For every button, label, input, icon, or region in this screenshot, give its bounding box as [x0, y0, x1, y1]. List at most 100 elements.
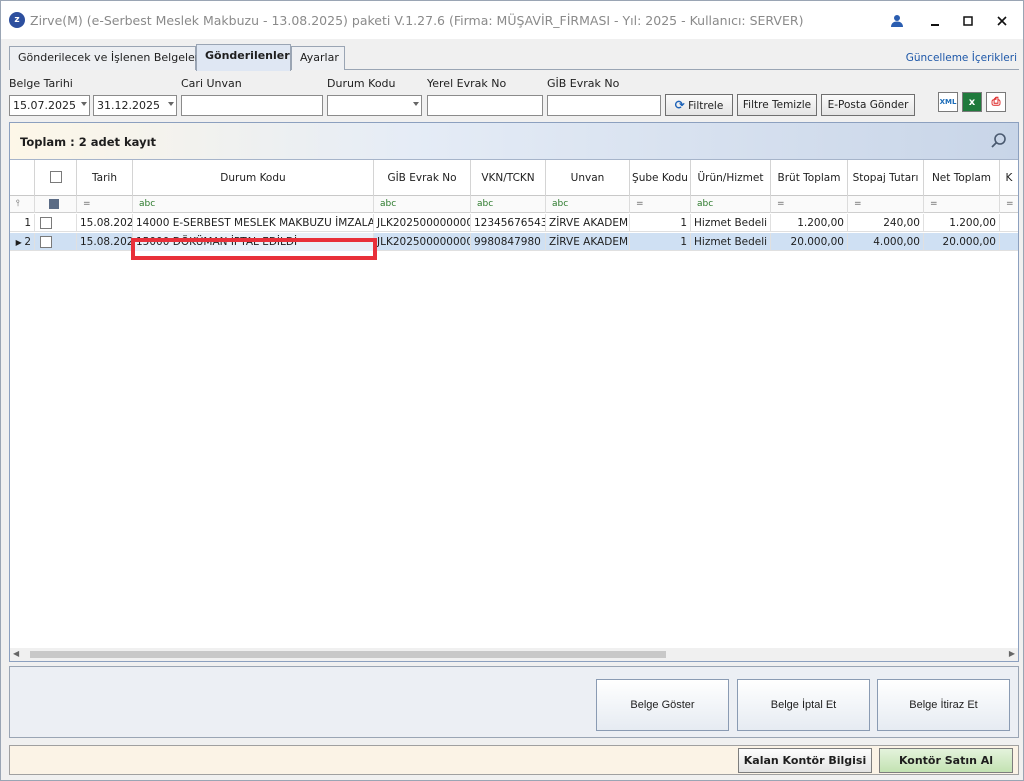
scroll-left-icon[interactable]: ◀	[13, 649, 19, 658]
cell-durum-kodu: 14000 E-SERBEST MESLEK MAKBUZU İMZALANDI	[133, 214, 374, 232]
xml-export-icon[interactable]: XML	[938, 92, 958, 112]
row-checkbox[interactable]	[35, 214, 77, 232]
cell-tarih: 15.08.2025	[77, 233, 133, 251]
cari-unvan-label: Cari Unvan	[181, 77, 242, 90]
minimize-icon[interactable]	[924, 11, 946, 31]
search-icon[interactable]	[990, 132, 1008, 150]
app-window: z Zirve(M) (e-Serbest Meslek Makbuzu - 1…	[0, 0, 1024, 781]
tab-gonderilecek[interactable]: Gönderilecek ve İşlenen Belgeler	[9, 46, 199, 70]
auto-filter-row: ⫯ = abc abc abc abc = abc = = = =	[10, 196, 1018, 213]
scroll-thumb[interactable]	[30, 651, 666, 658]
col-sube-kodu[interactable]: Şube Kodu	[630, 160, 691, 196]
cell-stopaj-tutari: 4.000,00	[848, 233, 924, 251]
yerel-evrak-input[interactable]	[427, 95, 543, 116]
row-checkbox[interactable]	[35, 233, 77, 251]
action-panel: Belge Göster Belge İptal Et Belge İtiraz…	[9, 666, 1019, 738]
filtrele-button[interactable]: ⟳ Filtrele	[665, 94, 733, 116]
filter-sube-kodu[interactable]: =	[630, 196, 691, 213]
tab-ayarlar[interactable]: Ayarlar	[291, 46, 345, 70]
kontor-satin-al-button[interactable]: Kontör Satın Al	[879, 748, 1013, 773]
col-gib-evrak-no[interactable]: GİB Evrak No	[374, 160, 471, 196]
yerel-evrak-label: Yerel Evrak No	[427, 77, 507, 90]
status-bar: Kalan Kontör Bilgisi Kontör Satın Al	[9, 745, 1019, 775]
cell-unvan: ZİRVE AKADEMİ	[546, 214, 630, 232]
filter-urun-hizmet[interactable]: abc	[691, 196, 771, 213]
chevron-down-icon[interactable]	[168, 102, 174, 106]
col-net-toplam[interactable]: Net Toplam	[924, 160, 1000, 196]
col-stopaj-tutari[interactable]: Stopaj Tutarı	[848, 160, 924, 196]
filtrele-label: Filtrele	[688, 100, 724, 112]
cell-unvan: ZİRVE AKADEMİ	[546, 233, 630, 251]
cell-sube-kodu: 1	[630, 214, 691, 232]
cell-vkn-tckn: 9980847980	[471, 233, 546, 251]
cell-urun-hizmet: Hizmet Bedeli	[691, 233, 771, 251]
record-count: Toplam : 2 adet kayıt	[20, 135, 157, 149]
group-panel: Toplam : 2 adet kayıt	[10, 123, 1018, 160]
cell-net-toplam: 20.000,00	[924, 233, 1000, 251]
tab-bar: Gönderilecek ve İşlenen Belgeler Gönderi…	[9, 44, 1019, 71]
cari-unvan-input[interactable]	[181, 95, 323, 116]
filter-vkn-tckn[interactable]: abc	[471, 196, 546, 213]
filter-stopaj-tutari[interactable]: =	[848, 196, 924, 213]
filter-k[interactable]: =	[1000, 196, 1018, 213]
horizontal-scrollbar[interactable]: ◀ ▶	[10, 648, 1018, 661]
col-urun-hizmet[interactable]: Ürün/Hizmet	[691, 160, 771, 196]
filter-gib-evrak-no[interactable]: abc	[374, 196, 471, 213]
window-title: Zirve(M) (e-Serbest Meslek Makbuzu - 13.…	[30, 12, 804, 28]
belge-goster-button[interactable]: Belge Göster	[596, 679, 729, 731]
table-row[interactable]: 1 15.08.2025 14000 E-SERBEST MESLEK MAKB…	[10, 214, 1018, 232]
cell-urun-hizmet: Hizmet Bedeli	[691, 214, 771, 232]
update-notes-link[interactable]: Güncelleme İçerikleri	[906, 52, 1017, 64]
date-to-field[interactable]: 31.12.2025	[93, 95, 177, 116]
filter-durum-kodu[interactable]: abc	[133, 196, 374, 213]
filter-brut-toplam[interactable]: =	[771, 196, 848, 213]
tab-gonderilenler[interactable]: Gönderilenler	[196, 44, 291, 71]
row-number: ▶ 2	[10, 233, 35, 251]
cell-sube-kodu: 1	[630, 233, 691, 251]
eposta-gonder-button[interactable]: E-Posta Gönder	[821, 94, 915, 116]
cell-brut-toplam: 1.200,00	[771, 214, 848, 232]
belge-tarihi-label: Belge Tarihi	[9, 77, 73, 90]
excel-export-icon[interactable]: x	[962, 92, 982, 112]
date-from-value: 15.07.2025	[13, 99, 76, 112]
refresh-icon: ⟳	[674, 98, 685, 112]
maximize-icon[interactable]	[957, 11, 979, 31]
select-all-checkbox[interactable]	[35, 160, 77, 196]
durum-kodu-select[interactable]	[327, 95, 422, 116]
user-icon[interactable]	[886, 11, 908, 31]
filter-tarih[interactable]: =	[77, 196, 133, 213]
row-number: 1	[10, 214, 35, 232]
durum-kodu-label: Durum Kodu	[327, 77, 396, 90]
filter-icon[interactable]: ⫯	[10, 196, 35, 213]
chevron-down-icon[interactable]	[413, 102, 419, 106]
scroll-right-icon[interactable]: ▶	[1009, 649, 1015, 658]
col-brut-toplam[interactable]: Brüt Toplam	[771, 160, 848, 196]
grid-header: Tarih Durum Kodu GİB Evrak No VKN/TCKN U…	[10, 160, 1018, 196]
title-bar: z Zirve(M) (e-Serbest Meslek Makbuzu - 1…	[1, 1, 1023, 39]
col-durum-kodu[interactable]: Durum Kodu	[133, 160, 374, 196]
cell-tarih: 15.08.2025	[77, 214, 133, 232]
row-pointer-icon: ▶	[15, 238, 25, 247]
belge-iptal-button[interactable]: Belge İptal Et	[737, 679, 870, 731]
cell-brut-toplam: 20.000,00	[771, 233, 848, 251]
records-grid: Toplam : 2 adet kayıt Tarih Durum Kodu G…	[9, 122, 1019, 662]
col-k[interactable]: K	[1000, 160, 1018, 196]
cell-gib-evrak-no: JLK2025000000001	[374, 233, 471, 251]
filter-checkbox[interactable]	[35, 196, 77, 213]
col-unvan[interactable]: Unvan	[546, 160, 630, 196]
close-icon[interactable]	[991, 11, 1013, 31]
belge-itiraz-button[interactable]: Belge İtiraz Et	[877, 679, 1010, 731]
date-from-field[interactable]: 15.07.2025	[9, 95, 90, 116]
col-tarih[interactable]: Tarih	[77, 160, 133, 196]
col-vkn-tckn[interactable]: VKN/TCKN	[471, 160, 546, 196]
filter-unvan[interactable]: abc	[546, 196, 630, 213]
cell-gib-evrak-no: JLK2025000000002	[374, 214, 471, 232]
row-number-value: 2	[24, 236, 31, 248]
gib-evrak-input[interactable]	[547, 95, 661, 116]
chevron-down-icon[interactable]	[81, 102, 87, 106]
filter-net-toplam[interactable]: =	[924, 196, 1000, 213]
filtre-temizle-button[interactable]: Filtre Temizle	[737, 94, 817, 116]
pdf-export-icon[interactable]: ⎙	[986, 92, 1006, 112]
kalan-kontor-button[interactable]: Kalan Kontör Bilgisi	[738, 748, 872, 773]
app-logo-icon: z	[9, 12, 25, 28]
